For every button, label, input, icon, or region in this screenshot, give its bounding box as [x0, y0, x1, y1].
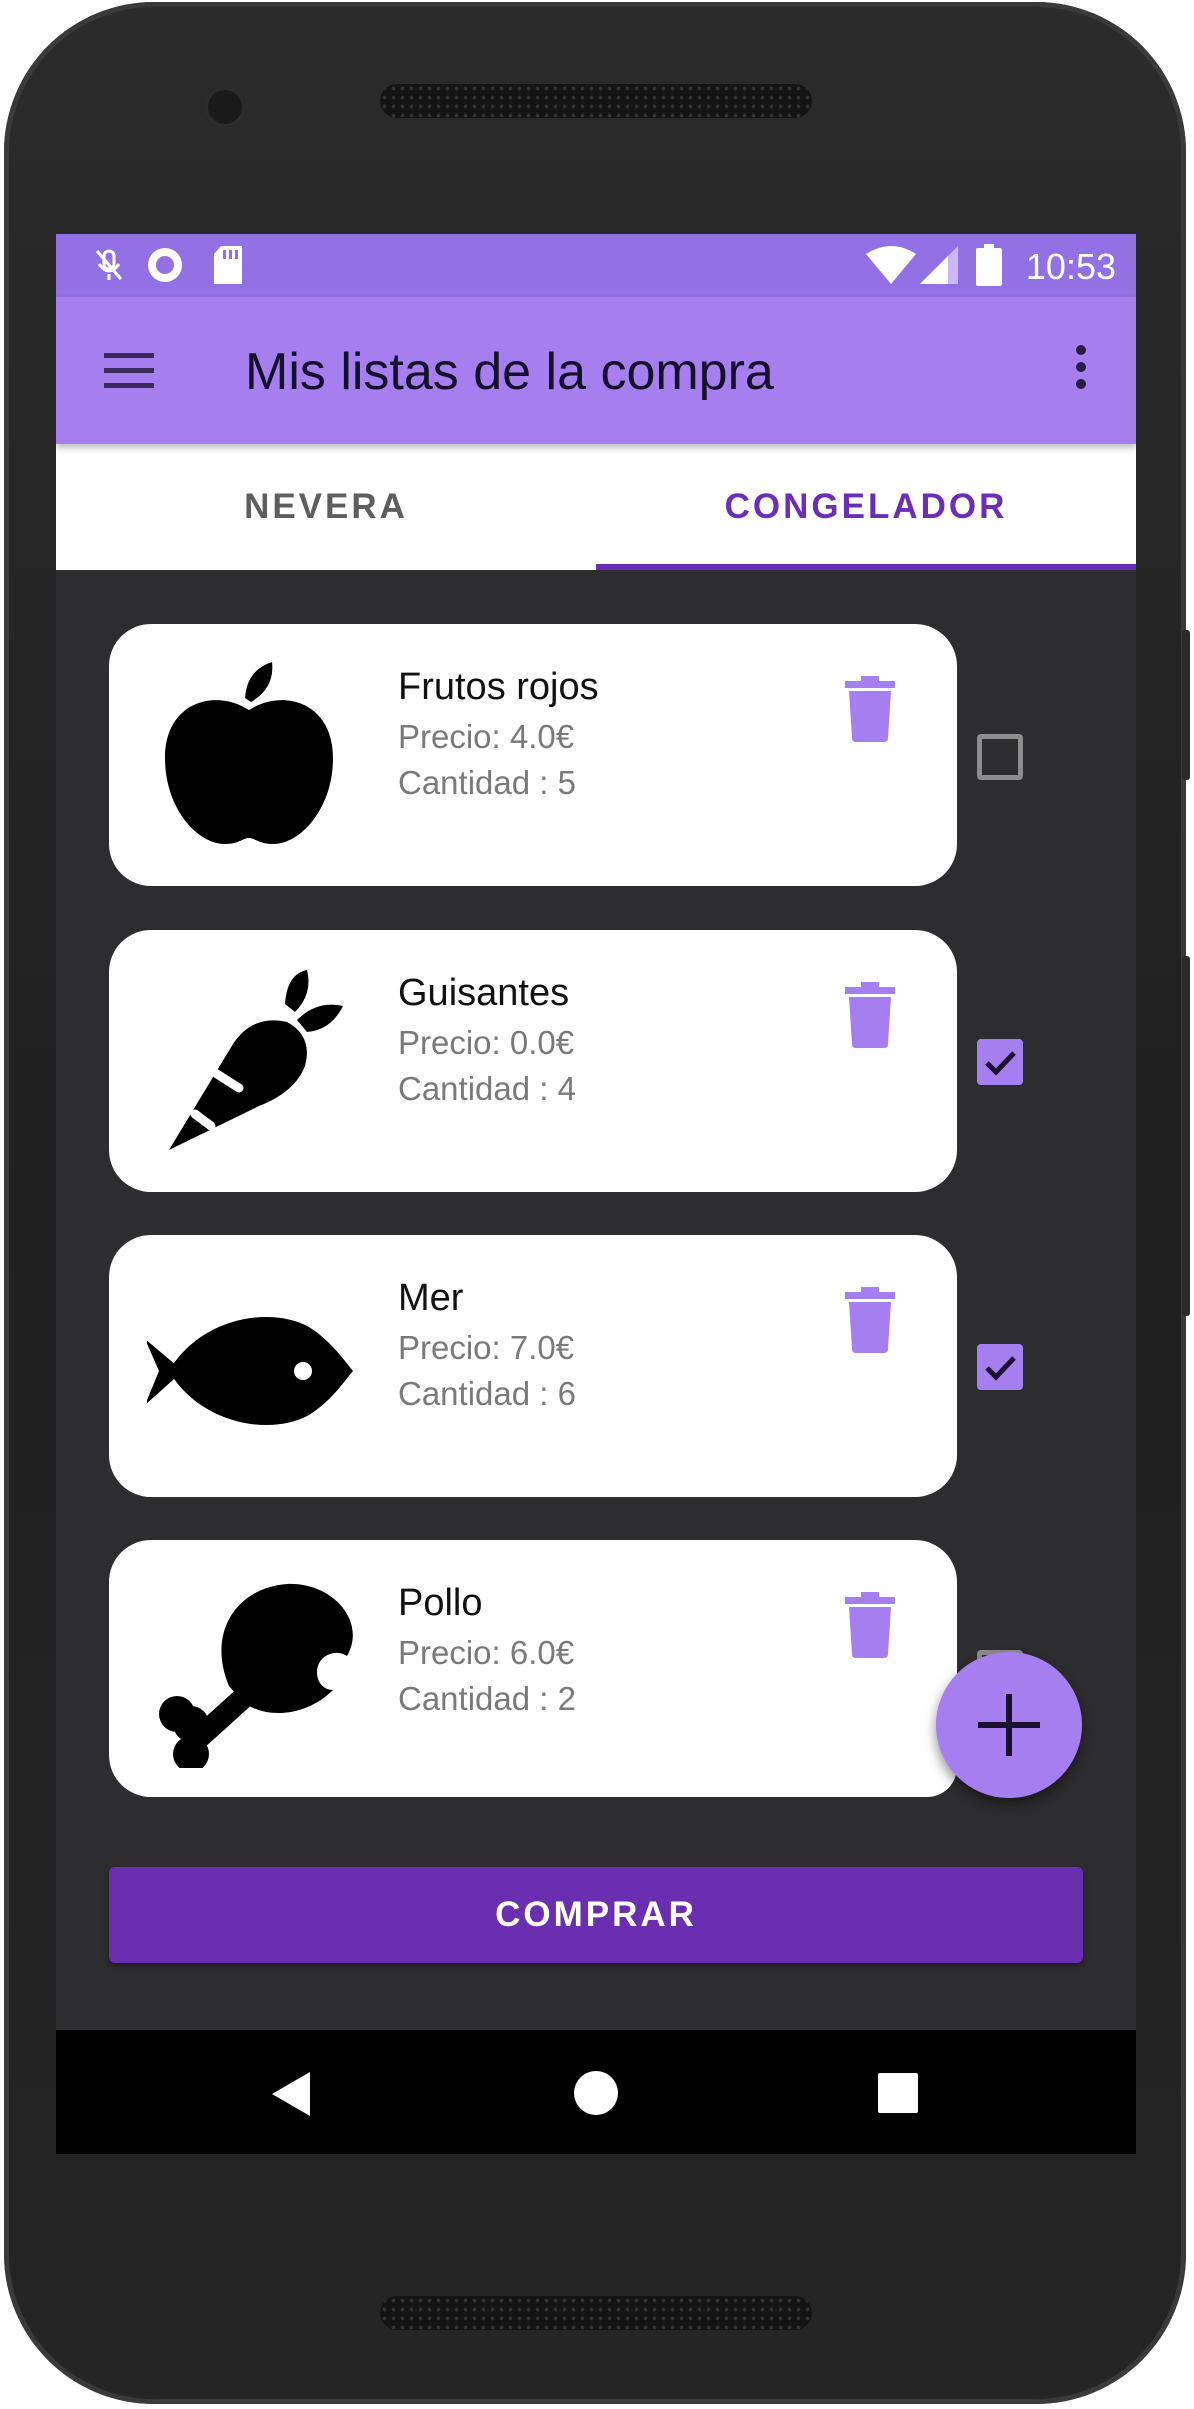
item-price: Precio: 6.0€ [398, 1634, 575, 1671]
item-checkbox[interactable] [977, 734, 1023, 780]
item-checkbox-checked[interactable] [977, 1039, 1023, 1085]
buy-button[interactable]: COMPRAR [109, 1867, 1083, 1963]
tab-nevera[interactable]: NEVERA [56, 444, 596, 570]
apple-icon [165, 662, 333, 844]
tab-indicator [596, 564, 1136, 570]
trash-icon[interactable] [845, 676, 895, 742]
hamburger-menu-icon[interactable] [104, 353, 154, 389]
power-button [1182, 630, 1190, 780]
signal-icon [920, 246, 958, 284]
list-item[interactable]: Pollo Precio: 6.0€ Cantidad : 2 [109, 1540, 957, 1797]
item-quantity: Cantidad : 4 [398, 1070, 576, 1107]
item-price: Precio: 4.0€ [398, 718, 575, 755]
trash-icon[interactable] [845, 1287, 895, 1353]
carrot-icon [169, 970, 343, 1150]
recents-icon[interactable] [878, 2073, 918, 2113]
list-item[interactable]: Mer Precio: 7.0€ Cantidad : 6 [109, 1235, 957, 1497]
sd-card-icon [214, 246, 242, 284]
item-checkbox-checked[interactable] [977, 1344, 1023, 1390]
phone-frame: 10:53 Mis listas de la compra NEVERA CON… [4, 2, 1190, 2404]
front-camera [204, 86, 246, 128]
tab-congelador[interactable]: CONGELADOR [596, 444, 1136, 570]
wifi-icon [866, 246, 916, 284]
list-item[interactable]: Frutos rojos Precio: 4.0€ Cantidad : 5 [109, 624, 957, 886]
home-icon[interactable] [573, 2070, 619, 2116]
volume-button [1182, 956, 1190, 1316]
tab-bar: NEVERA CONGELADOR [56, 444, 1136, 570]
app-bar: Mis listas de la compra [56, 297, 1136, 444]
trash-icon[interactable] [845, 1592, 895, 1658]
chicken-leg-icon [159, 1583, 353, 1768]
item-price: Precio: 7.0€ [398, 1329, 575, 1366]
status-time: 10:53 [1025, 246, 1116, 287]
navigation-bar [56, 2030, 1136, 2154]
item-name: Frutos rojos [398, 666, 599, 708]
screen: 10:53 Mis listas de la compra NEVERA CON… [56, 234, 1136, 2154]
item-price: Precio: 0.0€ [398, 1024, 575, 1061]
top-speaker [380, 84, 812, 118]
item-name: Guisantes [398, 972, 570, 1014]
more-vertical-icon[interactable] [1076, 345, 1086, 395]
back-icon[interactable] [272, 2072, 312, 2116]
mic-off-icon [95, 249, 123, 280]
page-title: Mis listas de la compra [245, 343, 774, 401]
item-quantity: Cantidad : 5 [398, 764, 576, 801]
fish-icon [147, 1316, 353, 1426]
bottom-speaker [380, 2296, 812, 2330]
battery-icon [976, 244, 1002, 286]
status-bar: 10:53 [56, 234, 1136, 297]
item-quantity: Cantidad : 2 [398, 1680, 576, 1717]
item-name: Mer [398, 1277, 464, 1319]
trash-icon[interactable] [845, 982, 895, 1048]
item-quantity: Cantidad : 6 [398, 1375, 576, 1412]
add-item-button[interactable] [936, 1652, 1082, 1798]
list-item[interactable]: Guisantes Precio: 0.0€ Cantidad : 4 [109, 930, 957, 1192]
item-name: Pollo [398, 1582, 483, 1624]
sync-icon [148, 248, 182, 282]
